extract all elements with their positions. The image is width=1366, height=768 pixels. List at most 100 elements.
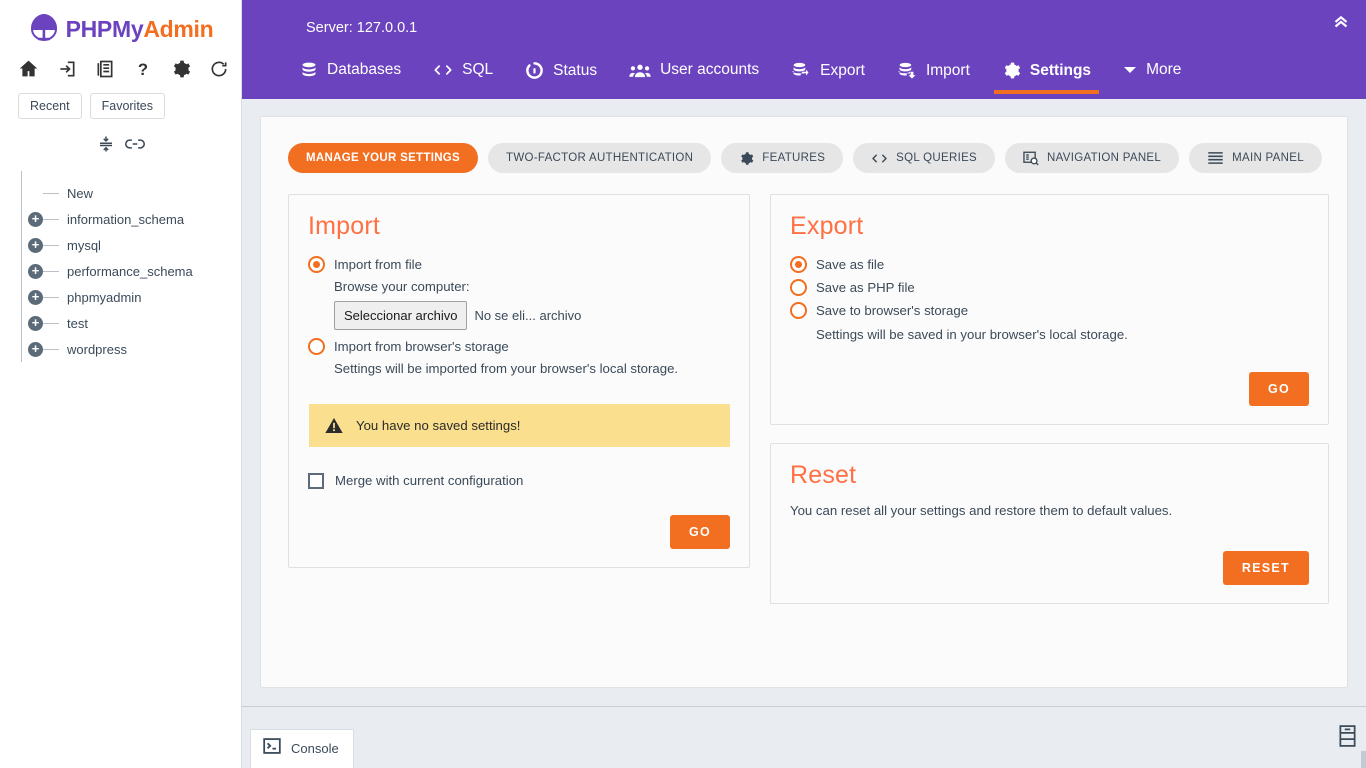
navigation-sidebar: PHPMyAdmin ? Recent Favorites New + info… xyxy=(0,0,242,768)
menu-item-user-accounts[interactable]: User accounts xyxy=(613,55,775,93)
collapse-navigation-button[interactable] xyxy=(1330,10,1352,37)
tab-label: FEATURES xyxy=(762,152,826,164)
link-tables-icon[interactable] xyxy=(124,135,145,158)
logo-text-admin: Admin xyxy=(143,16,214,42)
tab-features[interactable]: FEATURES xyxy=(721,143,844,173)
tree-item-test[interactable]: test xyxy=(14,310,241,336)
menu-item-import[interactable]: Import xyxy=(881,55,986,94)
phpmyadmin-logo[interactable]: PHPMyAdmin xyxy=(0,0,241,46)
expand-icon[interactable] xyxy=(28,263,43,279)
tree-label[interactable]: information_schema xyxy=(67,212,184,227)
import-from-file-option[interactable]: Import from file Browse your computer: S… xyxy=(308,254,730,335)
console-label: Console xyxy=(291,741,339,756)
menu-item-export[interactable]: Export xyxy=(775,55,881,94)
settings-panes: Import Import from file Browse your comp… xyxy=(261,173,1347,605)
console-icon xyxy=(263,738,281,759)
sidebar-icon-bar: ? xyxy=(0,46,241,79)
tree-label[interactable]: wordpress xyxy=(67,342,127,357)
reset-button[interactable]: RESET xyxy=(1222,551,1309,586)
export-reset-column: Export Save as file Save as PHP file Sav… xyxy=(770,194,1329,605)
tab-navigation-panel[interactable]: NAVIGATION PANEL xyxy=(1005,143,1180,173)
chevron-double-up-icon xyxy=(1330,15,1352,36)
server-label: Server: 127.0.0.1 xyxy=(306,20,418,36)
import-column: Import Import from file Browse your comp… xyxy=(288,194,750,604)
import-go-button[interactable]: GO xyxy=(669,514,730,549)
server-panel-button[interactable] xyxy=(1339,725,1356,752)
radio-save-as-file[interactable] xyxy=(790,256,807,273)
tree-item-performance-schema[interactable]: performance_schema xyxy=(14,258,241,284)
no-saved-settings-warning: You have no saved settings! xyxy=(309,403,730,447)
reload-icon[interactable] xyxy=(209,59,229,79)
tab-manage-your-settings[interactable]: MANAGE YOUR SETTINGS xyxy=(288,143,479,173)
tree-label[interactable]: test xyxy=(67,316,88,331)
choose-file-button[interactable]: Seleccionar archivo xyxy=(334,300,468,330)
radio-import-from-file[interactable] xyxy=(308,256,325,273)
gear-icon xyxy=(1002,61,1021,80)
tab-two-factor-authentication[interactable]: TWO-FACTOR AUTHENTICATION xyxy=(488,143,712,173)
warning-text: You have no saved settings! xyxy=(356,417,521,433)
tab-main-panel[interactable]: MAIN PANEL xyxy=(1189,143,1322,173)
home-icon[interactable] xyxy=(18,58,39,79)
merge-config-row[interactable]: Merge with current configuration xyxy=(308,472,730,489)
tree-dash xyxy=(43,348,59,350)
browse-computer-label: Browse your computer: xyxy=(334,278,470,294)
sidebar-tree-tools xyxy=(0,119,241,158)
gear-icon[interactable] xyxy=(171,59,191,79)
import-from-storage-label: Import from browser's storage xyxy=(334,339,509,354)
expand-icon[interactable] xyxy=(28,237,43,253)
save-to-storage-label: Save to browser's storage xyxy=(816,302,969,318)
tree-item-phpmyadmin[interactable]: phpmyadmin xyxy=(14,284,241,310)
warning-triangle-icon xyxy=(325,417,343,434)
export-go-button[interactable]: GO xyxy=(1248,372,1309,407)
docs-icon[interactable] xyxy=(95,59,115,79)
help-icon[interactable]: ? xyxy=(133,59,153,79)
import-storage-hint: Settings will be imported from your brow… xyxy=(334,360,679,376)
collapse-all-icon[interactable] xyxy=(97,135,115,158)
tab-label: MANAGE YOUR SETTINGS xyxy=(306,152,461,164)
tab-sql-queries[interactable]: SQL QUERIES xyxy=(853,143,996,173)
expand-icon[interactable] xyxy=(28,341,43,357)
expand-icon[interactable] xyxy=(28,211,43,227)
file-input[interactable]: Seleccionar archivo No se eli... archivo xyxy=(334,300,581,330)
tree-label[interactable]: New xyxy=(67,186,93,201)
settings-page-card: MANAGE YOUR SETTINGS TWO-FACTOR AUTHENTI… xyxy=(260,116,1348,688)
import-from-storage-option[interactable]: Import from browser's storage Settings w… xyxy=(308,336,730,380)
expand-icon[interactable] xyxy=(28,289,43,305)
menu-item-sql[interactable]: SQL xyxy=(417,55,509,93)
console-footer: Console xyxy=(242,706,1366,768)
tree-label[interactable]: mysql xyxy=(67,238,101,253)
recent-button[interactable]: Recent xyxy=(18,93,82,119)
export-save-as-file-option[interactable]: Save as file xyxy=(790,254,1309,276)
scrollbar-thumb[interactable] xyxy=(1361,751,1366,768)
favorites-button[interactable]: Favorites xyxy=(89,93,166,119)
tree-item-new[interactable]: New xyxy=(14,180,241,206)
merge-config-checkbox[interactable] xyxy=(308,472,324,489)
menu-item-status[interactable]: Status xyxy=(509,55,613,94)
tree-item-wordpress[interactable]: wordpress xyxy=(14,336,241,362)
code-icon xyxy=(433,61,453,79)
radio-save-to-storage[interactable] xyxy=(790,301,807,319)
tree-label[interactable]: performance_schema xyxy=(67,264,193,279)
menu-label: More xyxy=(1146,61,1182,78)
expand-icon[interactable] xyxy=(28,315,43,331)
tab-label: SQL QUERIES xyxy=(896,152,978,164)
logout-icon[interactable] xyxy=(57,59,77,79)
radio-save-as-php-file[interactable] xyxy=(790,278,807,296)
tab-label: NAVIGATION PANEL xyxy=(1047,152,1162,164)
export-storage-hint: Settings will be saved in your browser's… xyxy=(816,327,1128,343)
console-toggle[interactable]: Console xyxy=(250,729,354,768)
logo-text-my: My xyxy=(111,16,144,42)
menu-item-settings[interactable]: Settings xyxy=(986,55,1107,94)
tree-label[interactable]: phpmyadmin xyxy=(67,290,141,305)
tree-item-information-schema[interactable]: information_schema xyxy=(14,206,241,232)
menu-item-more[interactable]: More xyxy=(1107,55,1197,93)
export-save-as-php-option[interactable]: Save as PHP file xyxy=(790,277,1309,299)
menu-item-databases[interactable]: Databases xyxy=(284,55,417,93)
radio-import-from-storage[interactable] xyxy=(308,338,325,355)
menu-label: User accounts xyxy=(660,61,760,78)
export-save-to-storage-option[interactable]: Save to browser's storage xyxy=(790,300,1309,322)
tree-dash xyxy=(43,296,59,298)
tree-item-mysql[interactable]: mysql xyxy=(14,232,241,258)
reset-actions: RESET xyxy=(790,551,1309,586)
menu-label: Export xyxy=(820,61,865,79)
